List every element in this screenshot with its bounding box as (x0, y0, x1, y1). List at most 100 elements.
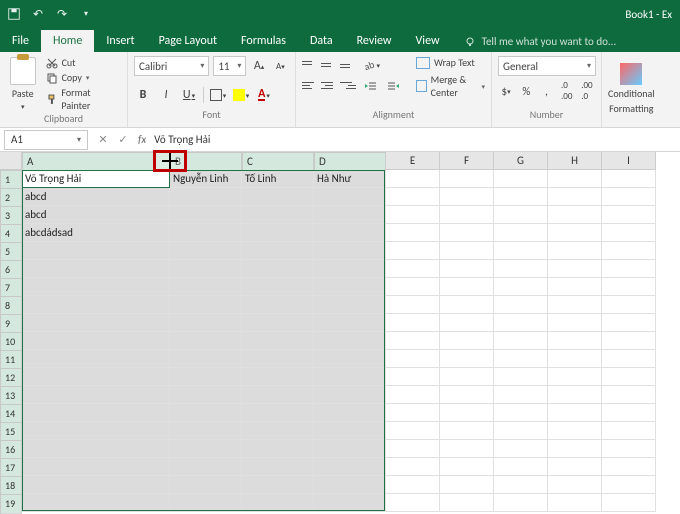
orientation-button[interactable]: ab▾ (362, 56, 380, 74)
cut-button[interactable]: Cut (46, 56, 121, 69)
cell-D8[interactable] (314, 296, 386, 314)
cell-G15[interactable] (494, 422, 548, 440)
cell-H16[interactable] (548, 440, 602, 458)
cell-F14[interactable] (440, 404, 494, 422)
column-header-H[interactable]: H (548, 152, 602, 170)
cell-D15[interactable] (314, 422, 386, 440)
cell-H18[interactable] (548, 476, 602, 494)
cell-G14[interactable] (494, 404, 548, 422)
cell-D19[interactable] (314, 494, 386, 512)
row-header-19[interactable]: 19 (0, 494, 22, 514)
cell-G16[interactable] (494, 440, 548, 458)
align-center-button[interactable] (321, 78, 337, 92)
cell-I13[interactable] (602, 386, 656, 404)
cell-B6[interactable] (170, 260, 242, 278)
cell-I2[interactable] (602, 188, 656, 206)
cell-E15[interactable] (386, 422, 440, 440)
row-header-5[interactable]: 5 (0, 242, 22, 262)
cell-G2[interactable] (494, 188, 548, 206)
cell-H7[interactable] (548, 278, 602, 296)
cell-G7[interactable] (494, 278, 548, 296)
cell-A4[interactable]: abcdádsad (22, 224, 170, 242)
cell-A12[interactable] (22, 368, 170, 386)
border-button[interactable]: ▾ (209, 86, 227, 104)
cell-B3[interactable] (170, 206, 242, 224)
tell-me-search[interactable]: Tell me what you want to do... (464, 35, 617, 52)
row-header-17[interactable]: 17 (0, 458, 22, 478)
tab-view[interactable]: View (404, 30, 452, 52)
decrease-indent-button[interactable] (362, 78, 380, 96)
row-header-13[interactable]: 13 (0, 386, 22, 406)
paste-button[interactable]: Paste ▾ (6, 56, 40, 112)
cell-G10[interactable] (494, 332, 548, 350)
cell-D10[interactable] (314, 332, 386, 350)
cell-A1[interactable]: Võ Trọng Hải (22, 170, 170, 188)
cell-H3[interactable] (548, 206, 602, 224)
cell-F6[interactable] (440, 260, 494, 278)
cell-A7[interactable] (22, 278, 170, 296)
cell-E17[interactable] (386, 458, 440, 476)
cell-D14[interactable] (314, 404, 386, 422)
cell-I6[interactable] (602, 260, 656, 278)
row-header-7[interactable]: 7 (0, 278, 22, 298)
cell-F8[interactable] (440, 296, 494, 314)
cell-C15[interactable] (242, 422, 314, 440)
cell-H11[interactable] (548, 350, 602, 368)
cell-F11[interactable] (440, 350, 494, 368)
cell-E8[interactable] (386, 296, 440, 314)
cell-C9[interactable] (242, 314, 314, 332)
cell-E3[interactable] (386, 206, 440, 224)
cell-I15[interactable] (602, 422, 656, 440)
cell-B15[interactable] (170, 422, 242, 440)
cell-C11[interactable] (242, 350, 314, 368)
cell-A9[interactable] (22, 314, 170, 332)
cell-E6[interactable] (386, 260, 440, 278)
cell-E12[interactable] (386, 368, 440, 386)
row-header-18[interactable]: 18 (0, 476, 22, 496)
row-header-3[interactable]: 3 (0, 206, 22, 226)
merge-center-button[interactable]: Merge & Center ▾ (416, 73, 485, 99)
cell-A6[interactable] (22, 260, 170, 278)
cell-B11[interactable] (170, 350, 242, 368)
column-header-B[interactable]: B (170, 152, 242, 172)
tab-home[interactable]: Home (41, 30, 94, 52)
fx-icon[interactable]: fx (138, 133, 146, 146)
cell-A18[interactable] (22, 476, 170, 494)
cell-D6[interactable] (314, 260, 386, 278)
decrease-font-button[interactable]: A▾ (272, 57, 289, 75)
column-header-C[interactable]: C (242, 152, 314, 172)
cell-C4[interactable] (242, 224, 314, 242)
cell-E7[interactable] (386, 278, 440, 296)
cell-A2[interactable]: abcd (22, 188, 170, 206)
cell-A13[interactable] (22, 386, 170, 404)
tab-file[interactable]: File (0, 30, 41, 52)
row-header-10[interactable]: 10 (0, 332, 22, 352)
increase-indent-button[interactable] (384, 78, 402, 96)
cell-H1[interactable] (548, 170, 602, 188)
cell-F1[interactable] (440, 170, 494, 188)
row-header-14[interactable]: 14 (0, 404, 22, 424)
cell-I11[interactable] (602, 350, 656, 368)
cell-C3[interactable] (242, 206, 314, 224)
cell-G4[interactable] (494, 224, 548, 242)
cell-F2[interactable] (440, 188, 494, 206)
column-header-F[interactable]: F (440, 152, 494, 170)
cell-I17[interactable] (602, 458, 656, 476)
cell-B9[interactable] (170, 314, 242, 332)
conditional-formatting-button[interactable]: Conditional Formatting (608, 56, 655, 121)
cell-D2[interactable] (314, 188, 386, 206)
row-header-6[interactable]: 6 (0, 260, 22, 280)
cell-A15[interactable] (22, 422, 170, 440)
cell-E9[interactable] (386, 314, 440, 332)
cell-F15[interactable] (440, 422, 494, 440)
copy-button[interactable]: Copy▾ (46, 71, 121, 84)
cell-G3[interactable] (494, 206, 548, 224)
cell-C5[interactable] (242, 242, 314, 260)
comma-format-button[interactable]: , (538, 82, 554, 100)
font-size-select[interactable]: 11▾ (213, 56, 246, 76)
cell-H10[interactable] (548, 332, 602, 350)
tab-page-layout[interactable]: Page Layout (147, 30, 229, 52)
cell-B7[interactable] (170, 278, 242, 296)
tab-formulas[interactable]: Formulas (229, 30, 298, 52)
align-bottom-button[interactable] (340, 56, 356, 70)
